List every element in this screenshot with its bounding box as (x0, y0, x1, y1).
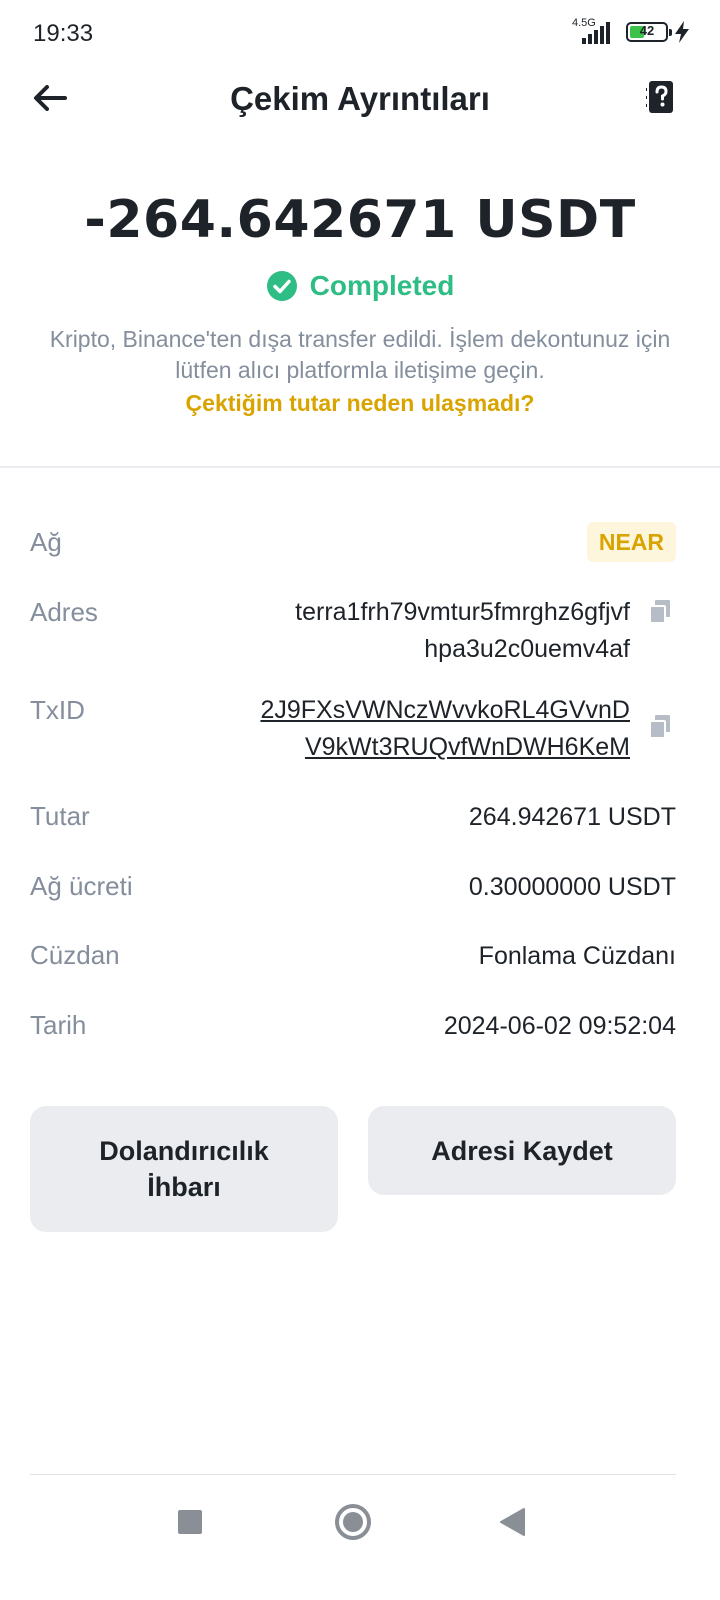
recents-square-icon (178, 1510, 202, 1534)
report-fraud-label-2: İhbarı (147, 1172, 221, 1202)
status-icons: 4.5G 42 (572, 17, 690, 44)
txid-line-1: 2J9FXsVWNczWvvkoRL4GVvnD (260, 696, 630, 724)
recents-button[interactable] (168, 1500, 212, 1544)
section-divider (0, 466, 720, 468)
charging-bolt-icon (675, 21, 689, 43)
network-type-label: 4.5G (572, 17, 596, 29)
back-triangle-icon (500, 1508, 525, 1536)
txid-value[interactable]: 2J9FXsVWNczWvvkoRL4GVvnD V9kWt3RUQvfWnDW… (260, 692, 630, 766)
copy-icon[interactable] (648, 714, 672, 740)
report-fraud-label-1: Dolandırıcılık (99, 1136, 269, 1166)
wallet-value: Fonlama Cüzdanı (478, 942, 676, 970)
network-label: Ağ (30, 527, 62, 557)
signal-icon: 4.5G (572, 17, 620, 44)
help-link[interactable]: Çektiğim tutar neden ulaşmadı? (0, 390, 720, 417)
status-text: Completed (309, 270, 455, 301)
address-line-1: terra1frh79vmtur5fmrghz6gfjvf (295, 598, 630, 626)
save-address-button[interactable]: Adresi Kaydet (368, 1106, 676, 1195)
home-circle-icon (335, 1504, 371, 1540)
txid-label: TxID (30, 695, 85, 725)
address-value: terra1frh79vmtur5fmrghz6gfjvf hpa3u2c0ue… (295, 594, 630, 668)
status-bar: 19:33 4.5G 42 (0, 0, 720, 70)
nav-divider (30, 1474, 676, 1475)
copy-icon[interactable] (648, 599, 672, 625)
info-note: Kripto, Binance'ten dışa transfer edildi… (49, 326, 671, 383)
amount-label: Tutar (30, 801, 90, 831)
system-back-button[interactable] (490, 1500, 534, 1544)
check-circle-icon (266, 271, 297, 301)
top-bar: Çekim Ayrıntıları (0, 70, 720, 130)
address-line-2: hpa3u2c0uemv4af (424, 635, 630, 663)
txid-line-2: V9kWt3RUQvfWnDWH6KeM (304, 733, 630, 761)
fee-label: Ağ ücreti (30, 871, 133, 901)
fee-value: 0.30000000 USDT (468, 873, 676, 901)
status-row: Completed (0, 270, 720, 302)
wallet-label: Cüzdan (30, 940, 120, 970)
help-document-icon[interactable] (646, 80, 676, 116)
address-label: Adres (30, 597, 98, 627)
page-title: Çekim Ayrıntıları (230, 80, 490, 117)
home-button[interactable] (331, 1500, 375, 1544)
battery-icon: 42 (626, 22, 672, 42)
withdrawal-amount: -264.642671 USDT (84, 190, 636, 250)
date-label: Tarih (30, 1010, 87, 1040)
battery-level: 42 (639, 23, 655, 38)
report-fraud-button[interactable]: Dolandırıcılık İhbarı (30, 1106, 338, 1232)
network-badge: NEAR (586, 522, 676, 562)
date-value: 2024-06-02 09:52:04 (443, 1012, 676, 1040)
status-time: 19:33 (33, 20, 94, 47)
amount-value: 264.942671 USDT (468, 803, 676, 831)
